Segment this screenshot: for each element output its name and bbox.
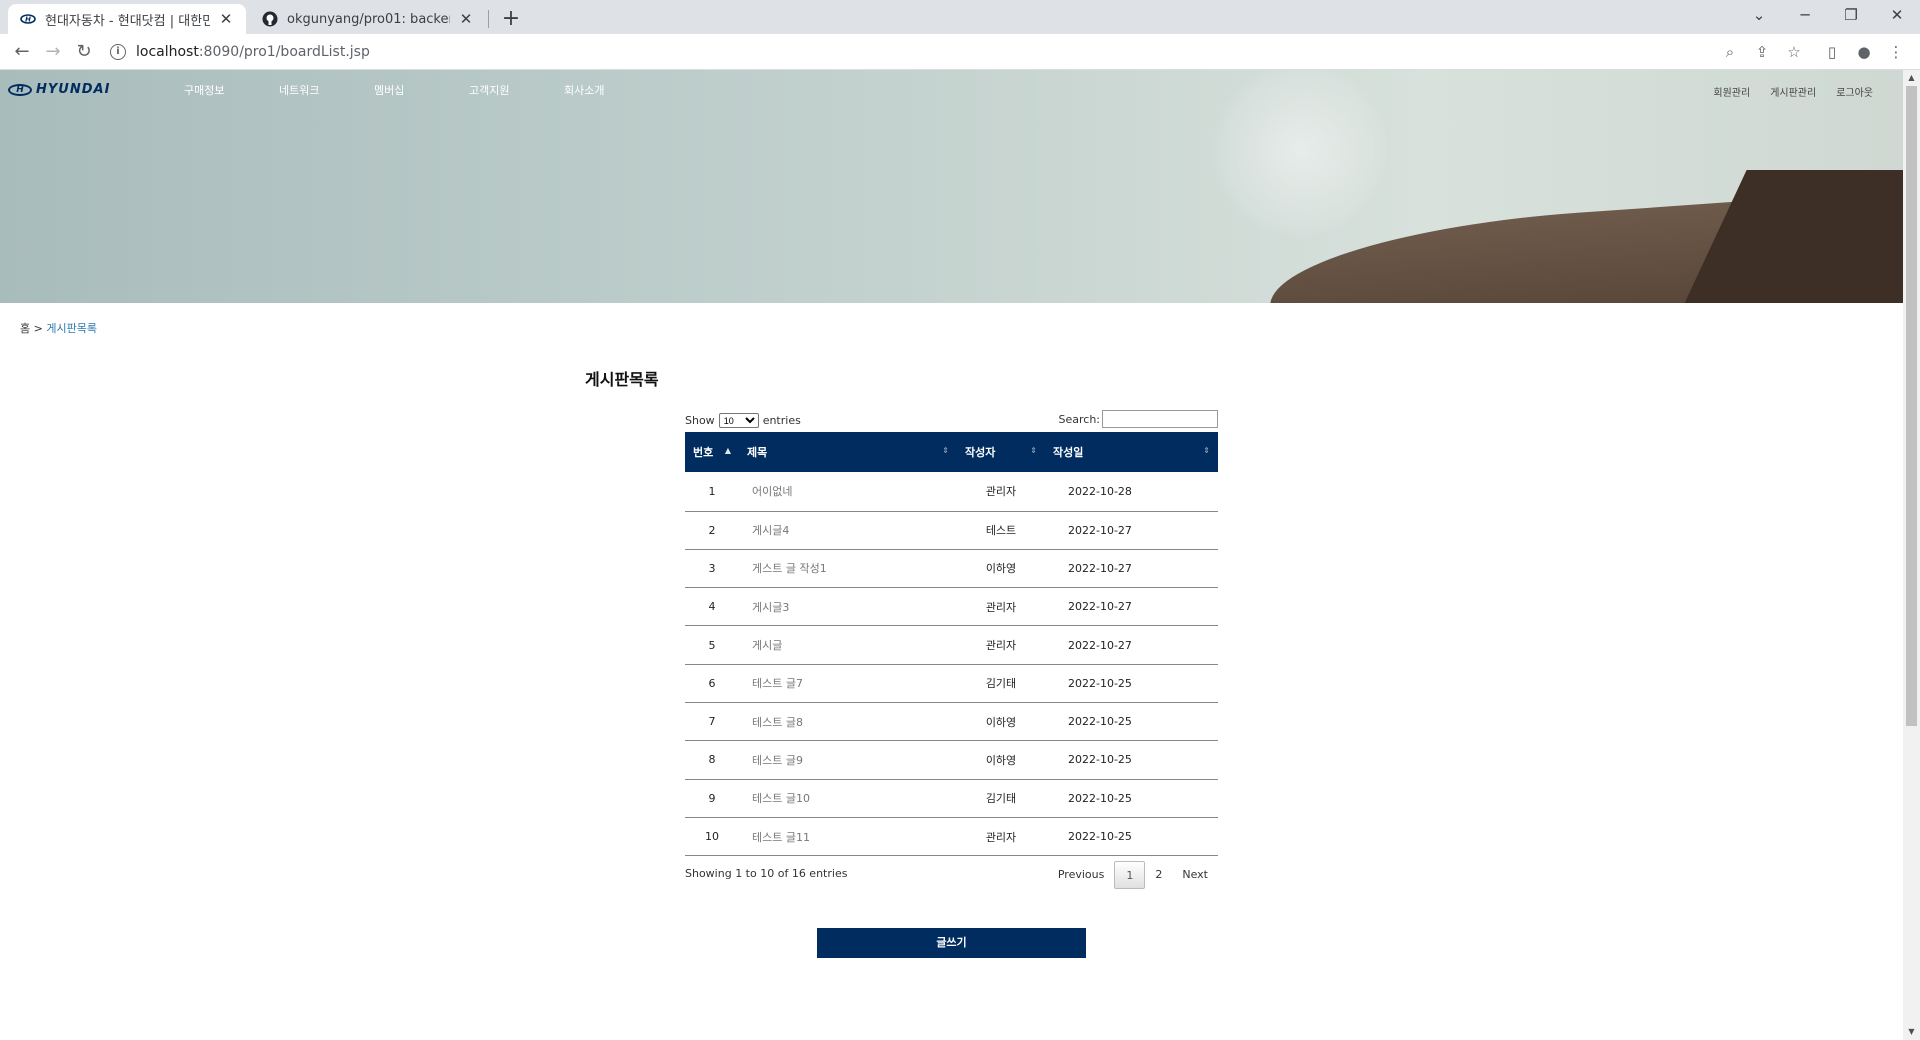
page-title: 게시판목록 [585,370,659,389]
kebab-menu-icon[interactable]: ⋮ [1882,38,1910,66]
zoom-icon[interactable]: ⌕ [1716,38,1744,66]
back-arrow-icon[interactable]: ← [8,38,36,66]
browser-tab-bar: H 현대자동차 - 현대닷컴 | 대한민국 ✕ okgunyang/pro01:… [0,0,1920,34]
post-title-link[interactable]: 테스트 글8 [739,702,957,742]
hyundai-icon: H [20,11,36,27]
minimize-icon[interactable]: ─ [1782,0,1828,30]
sort-icon: ⇕ [1203,446,1210,455]
utility-links: 회원관리 게시판관리 로그아웃 [1693,84,1873,99]
post-title-link[interactable]: 게시글3 [739,587,957,627]
share-icon[interactable]: ⇪ [1748,38,1776,66]
table-search: Search: [1059,410,1218,428]
column-header-no[interactable]: 번호 ▲ [685,432,739,472]
nav-item-company[interactable]: 회사소개 [564,82,659,98]
column-header-date[interactable]: 작성일 ⇕ [1045,432,1218,472]
write-post-button[interactable]: 글쓰기 [817,928,1086,958]
board-admin-link[interactable]: 게시판관리 [1770,84,1816,99]
table-row[interactable]: 6 테스트 글7 김기태 2022-10-25 [685,664,1218,703]
post-title-link[interactable]: 게시글 [739,625,957,665]
nav-item-membership[interactable]: 멤버십 [374,82,469,98]
table-row[interactable]: 4 게시글3 관리자 2022-10-27 [685,587,1218,627]
close-icon[interactable]: ✕ [218,10,234,28]
nav-item-purchase[interactable]: 구매정보 [184,82,279,98]
restore-icon[interactable]: ❐ [1828,0,1874,30]
table-row[interactable]: 2 게시글4 테스트 2022-10-27 [685,511,1218,550]
github-icon [262,11,278,27]
page-scrollbar[interactable]: ▲ ▼ [1903,70,1920,1040]
url-text[interactable]: localhost:8090/pro1/boardList.jsp [136,44,370,60]
site-info-icon[interactable]: i [110,44,126,60]
table-row[interactable]: 9 테스트 글10 김기태 2022-10-25 [685,779,1218,818]
profile-avatar-icon[interactable]: ● [1850,38,1878,66]
entries-select[interactable]: 10 [718,413,759,428]
tab-github[interactable]: okgunyang/pro01: backend proj ✕ [250,4,486,34]
scroll-down-icon[interactable]: ▼ [1903,1024,1920,1040]
scroll-up-icon[interactable]: ▲ [1903,70,1920,86]
browser-toolbar: ← → ↻ i localhost:8090/pro1/boardList.js… [0,34,1920,70]
page-viewport: H HYUNDAI 구매정보 네트워크 멤버십 고객지원 회사소개 회원관리 게… [0,70,1903,1040]
post-title-link[interactable]: 테스트 글10 [739,779,957,818]
tab-hyundai[interactable]: H 현대자동차 - 현대닷컴 | 대한민국 ✕ [8,4,246,34]
post-title-link[interactable]: 어이없네 [739,472,957,512]
tab-title: okgunyang/pro01: backend proj [287,11,450,27]
post-title-link[interactable]: 게시글4 [739,511,957,550]
search-input[interactable] [1102,410,1218,428]
breadcrumb-home[interactable]: 홈 [20,322,30,335]
tab-search-chevron-icon[interactable]: ⌄ [1736,0,1782,30]
tab-title: 현대자동차 - 현대닷컴 | 대한민국 [45,13,210,29]
sort-asc-icon: ▲ [724,446,731,455]
column-header-title[interactable]: 제목 ⇕ [739,432,957,472]
hero-banner: H HYUNDAI 구매정보 네트워크 멤버십 고객지원 회사소개 회원관리 게… [0,70,1903,303]
board-table: 번호 ▲ 제목 ⇕ 작성자 ⇕ 작성일 ⇕ 1 어이없네 관리자 2022-10-28 2 게시… [685,432,1218,857]
nav-item-support[interactable]: 고객지원 [469,82,564,98]
column-header-writer[interactable]: 작성자 ⇕ [957,432,1045,472]
side-panel-icon[interactable]: ▯ [1818,38,1846,66]
next-button[interactable]: Next [1172,861,1218,889]
table-info: Showing 1 to 10 of 16 entries [685,867,848,881]
member-admin-link[interactable]: 회원관리 [1713,84,1750,99]
close-icon[interactable]: ✕ [458,10,474,28]
main-nav: 구매정보 네트워크 멤버십 고객지원 회사소개 [184,82,659,98]
table-row[interactable]: 5 게시글 관리자 2022-10-27 [685,625,1218,665]
previous-button[interactable]: Previous [1048,861,1115,889]
bookmark-star-icon[interactable]: ☆ [1780,38,1808,66]
sort-icon: ⇕ [942,446,949,455]
new-tab-plus-icon[interactable]: + [498,6,524,32]
tab-divider [488,10,489,28]
table-row[interactable]: 7 테스트 글8 이하영 2022-10-25 [685,702,1218,742]
table-row[interactable]: 3 게스트 글 작성1 이하영 2022-10-27 [685,549,1218,589]
nav-item-network[interactable]: 네트워크 [279,82,374,98]
post-title-link[interactable]: 게스트 글 작성1 [739,549,957,589]
page-button-1[interactable]: 1 [1114,861,1146,890]
reload-icon[interactable]: ↻ [70,38,98,66]
breadcrumb-current[interactable]: 게시판목록 [46,322,97,335]
table-row[interactable]: 10 테스트 글11 관리자 2022-10-25 [685,817,1218,857]
table-row[interactable]: 8 테스트 글9 이하영 2022-10-25 [685,740,1218,780]
logout-link[interactable]: 로그아웃 [1836,84,1873,99]
svg-text:H: H [25,16,31,24]
pagination: Previous 1 2 Next [1048,861,1218,890]
breadcrumb: 홈 > 게시판목록 [20,322,97,335]
forward-arrow-icon[interactable]: → [39,38,67,66]
close-window-icon[interactable]: ✕ [1874,0,1920,30]
entries-length: Show 10 entries [685,413,801,428]
post-title-link[interactable]: 테스트 글11 [739,817,957,857]
sort-icon: ⇕ [1030,446,1037,455]
hyundai-logo[interactable]: H HYUNDAI [8,82,110,97]
post-title-link[interactable]: 테스트 글9 [739,740,957,780]
board-datatable: Show 10 entries Search: 번호 ▲ 제목 ⇕ 작성자 ⇕ 작성일… [685,410,1218,896]
hyundai-emblem-icon: H [8,83,32,96]
page-button-2[interactable]: 2 [1145,861,1172,889]
address-bar[interactable]: i localhost:8090/pro1/boardList.jsp [110,38,1780,66]
table-row[interactable]: 1 어이없네 관리자 2022-10-28 [685,472,1218,512]
logo-wordmark: HYUNDAI [36,82,111,97]
scrollbar-thumb[interactable] [1906,86,1917,726]
post-title-link[interactable]: 테스트 글7 [739,664,957,703]
